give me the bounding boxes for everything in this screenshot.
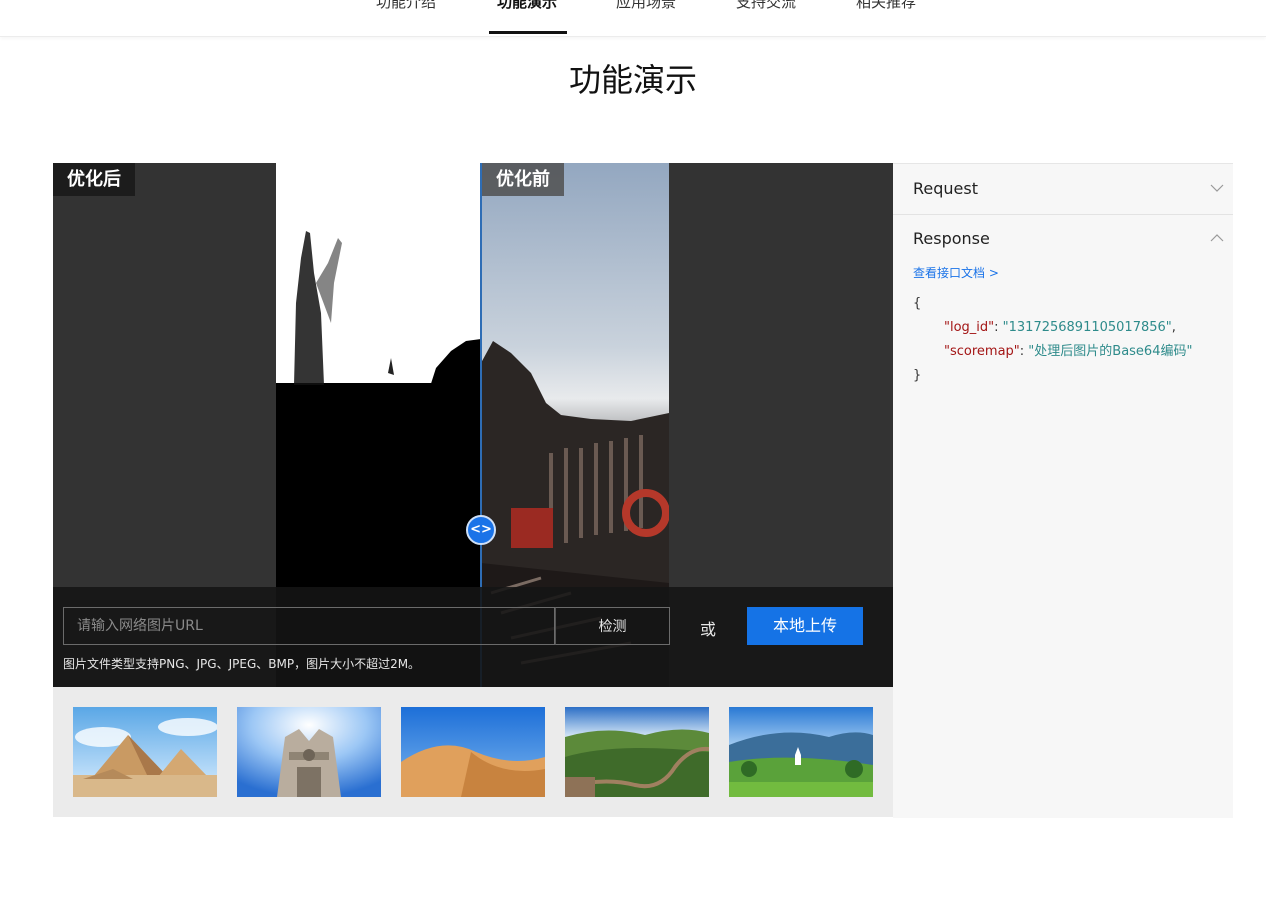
or-label: 或 [700, 620, 717, 639]
compare-slider-handle[interactable]: <> [466, 515, 496, 545]
json-value-scoremap: "处理后图片的Base64编码" [1028, 344, 1193, 359]
file-type-hint: 图片文件类型支持PNG、JPG、JPEG、BMP，图片大小不超过2M。 [63, 657, 421, 671]
tab-support[interactable]: 支持交流 [736, 0, 796, 12]
demo-viewer: 优化后 优化前 <> 检测 或 本地上传 图片文件类型支持PNG、JPG、JPE… [53, 163, 893, 687]
chevron-down-icon [1210, 184, 1224, 192]
request-label: Request [913, 179, 978, 198]
detect-button[interactable]: 检测 [555, 607, 670, 645]
thumbnail-cathedral[interactable] [237, 707, 381, 797]
input-bar: 检测 或 本地上传 图片文件类型支持PNG、JPG、JPEG、BMP，图片大小不… [53, 587, 893, 687]
api-panel: Request Response 查看接口文档 > { "log_id": "1… [893, 163, 1233, 818]
json-key-log-id: "log_id" [944, 320, 995, 335]
active-tab-underline [489, 31, 567, 34]
request-accordion-header[interactable]: Request [893, 164, 1233, 215]
json-value-log-id: "1317256891105017856" [1002, 320, 1172, 335]
json-line-log-id: "log_id": "1317256891105017856", [944, 320, 1176, 335]
tab-feature-intro[interactable]: 功能介绍 [376, 0, 436, 12]
json-line-scoremap: "scoremap": "处理后图片的Base64编码" [944, 344, 1193, 359]
tab-use-cases[interactable]: 应用场景 [616, 0, 676, 12]
response-label: Response [913, 229, 990, 248]
chevron-up-icon [1210, 234, 1224, 242]
tab-feature-demo[interactable]: 功能演示 [497, 0, 557, 12]
api-doc-link[interactable]: 查看接口文档 > [913, 264, 999, 281]
page-title: 功能演示 [568, 61, 697, 99]
sample-thumbnails [53, 687, 893, 817]
json-key-scoremap: "scoremap" [944, 344, 1020, 359]
thumbnail-desert[interactable] [401, 707, 545, 797]
json-close-brace: } [913, 368, 922, 383]
local-upload-button[interactable]: 本地上传 [747, 607, 863, 645]
after-label: 优化后 [53, 163, 135, 196]
json-open-brace: { [913, 296, 922, 311]
before-label: 优化前 [482, 163, 564, 196]
thumbnail-pyramids[interactable] [73, 707, 217, 797]
response-json: { "log_id": "1317256891105017856", "scor… [913, 292, 1192, 388]
thumbnail-valley[interactable] [729, 707, 873, 797]
thumbnail-great-wall[interactable] [565, 707, 709, 797]
response-accordion-header[interactable]: Response [893, 214, 1233, 264]
top-nav: 功能介绍 功能演示 应用场景 支持交流 相关推荐 [0, 0, 1266, 37]
tab-related[interactable]: 相关推荐 [856, 0, 916, 12]
image-url-input[interactable] [63, 607, 555, 645]
